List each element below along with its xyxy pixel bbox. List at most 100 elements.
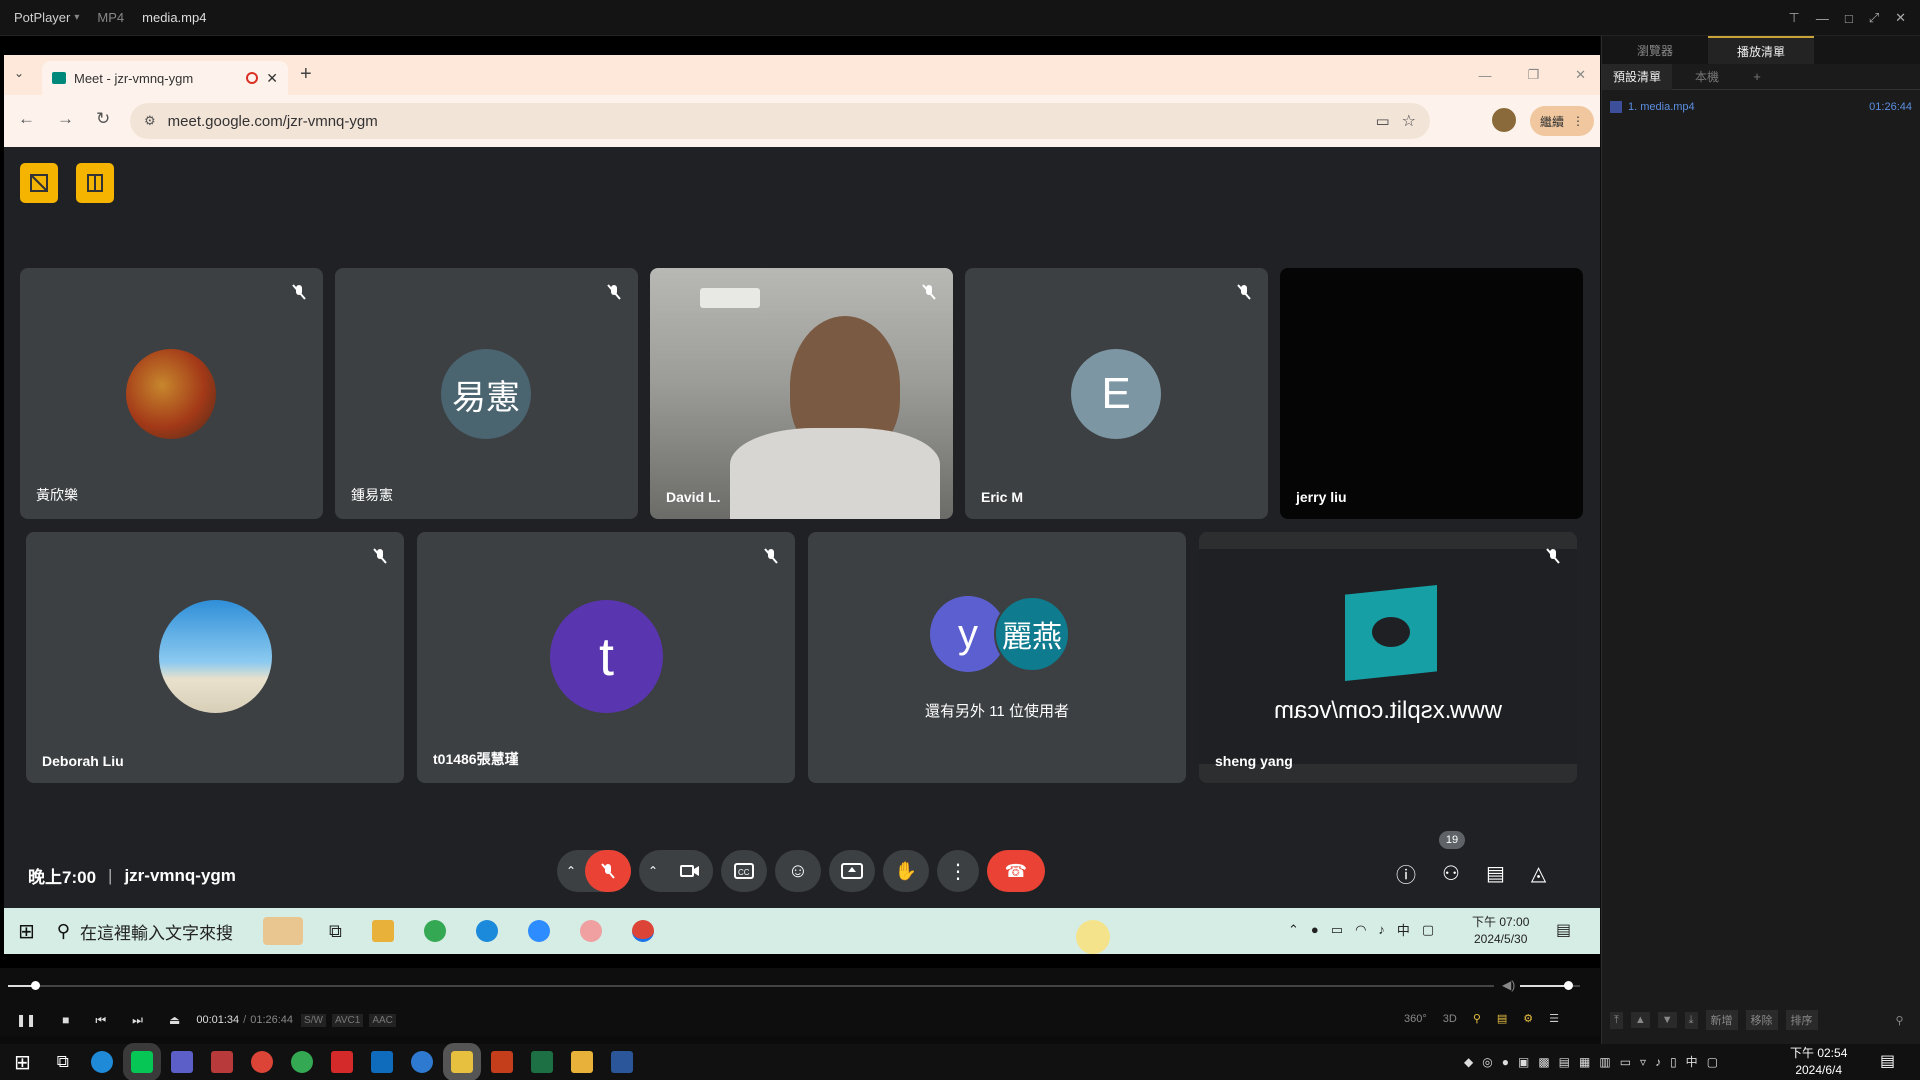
chevron-down-icon[interactable]: ▾: [74, 12, 79, 23]
move-top-icon[interactable]: ⤒: [1610, 1011, 1623, 1029]
chat-icon[interactable]: ▤: [1486, 861, 1505, 886]
ime-mode-icon[interactable]: ▢: [1422, 922, 1434, 938]
others-tile[interactable]: y 麗燕 還有另外 11 位使用者: [808, 532, 1186, 783]
playlist-item[interactable]: 1. media.mp4 01:26:44: [1610, 98, 1912, 116]
add-button[interactable]: 新增: [1705, 1010, 1738, 1030]
extension-button-2[interactable]: [76, 163, 114, 203]
potplayer-icon[interactable]: [442, 1043, 481, 1080]
video-codec-tag[interactable]: AVC1: [331, 1013, 364, 1027]
menu-icon[interactable]: ☰: [1549, 1012, 1559, 1025]
participant-tile[interactable]: 黃欣樂: [20, 268, 323, 519]
wifi-icon[interactable]: ◠: [1355, 922, 1366, 938]
decoder-tag[interactable]: S/W: [301, 1013, 326, 1027]
next-button[interactable]: ⏭: [132, 1013, 143, 1028]
seek-bar[interactable]: [8, 985, 1494, 987]
tray-outlook-icon[interactable]: ▤: [1559, 1055, 1570, 1069]
edge-icon[interactable]: [475, 920, 498, 942]
windows-start-icon[interactable]: ⊞: [18, 919, 35, 944]
eject-button[interactable]: ⏏: [169, 1013, 180, 1027]
pause-button[interactable]: ❚❚: [16, 1013, 36, 1027]
participant-tile[interactable]: t t01486張慧瑾: [417, 532, 795, 783]
reload-button[interactable]: ↻: [96, 109, 110, 129]
tray-app-icon[interactable]: ▩: [1538, 1055, 1549, 1069]
edge-icon[interactable]: [90, 1051, 113, 1073]
volume-icon[interactable]: ♪: [1655, 1055, 1661, 1069]
taskbar-search-input[interactable]: 在這裡輸入文字來搜: [80, 919, 233, 944]
bookmark-star-icon[interactable]: ☆: [1402, 111, 1416, 131]
app-menu[interactable]: PotPlayer: [14, 10, 70, 25]
excel-icon[interactable]: [530, 1051, 553, 1073]
emoji-button[interactable]: ☺: [775, 850, 821, 892]
chevron-up-icon[interactable]: ⌃: [557, 864, 585, 878]
task-view-icon[interactable]: ⧉: [329, 921, 342, 942]
chrome-icon[interactable]: [250, 1051, 273, 1073]
winrar-icon[interactable]: [210, 1051, 233, 1073]
browser-restore-button[interactable]: ❐: [1527, 67, 1539, 83]
ime-mode-icon[interactable]: ▢: [1707, 1055, 1718, 1069]
extension-button-1[interactable]: [20, 163, 58, 203]
battery-icon[interactable]: ▭: [1331, 922, 1343, 938]
outlook-icon[interactable]: [370, 1051, 393, 1073]
profile-avatar[interactable]: [1492, 108, 1516, 132]
back-button[interactable]: ←: [18, 109, 35, 129]
acrobat-icon[interactable]: [330, 1051, 353, 1073]
minimize-button[interactable]: —: [1816, 11, 1829, 26]
network-icon[interactable]: ▿: [1640, 1055, 1646, 1069]
powerpoint-icon[interactable]: [490, 1051, 513, 1073]
previous-button[interactable]: ⏮: [95, 1013, 106, 1028]
file-explorer-icon[interactable]: [570, 1051, 593, 1073]
battery-icon[interactable]: ▯: [1670, 1055, 1677, 1069]
tab-meet[interactable]: Meet - jzr-vmnq-ygm ✕: [42, 61, 288, 95]
tray-teams-icon[interactable]: ▣: [1518, 1055, 1529, 1069]
browser-close-button[interactable]: ✕: [1575, 67, 1586, 83]
participant-tile-video[interactable]: jerry liu: [1280, 268, 1583, 519]
close-button[interactable]: ✕: [1895, 10, 1906, 26]
volume-icon[interactable]: ◀): [1502, 978, 1515, 992]
site-info-icon[interactable]: ⚙: [144, 113, 156, 129]
vr360-button[interactable]: 360°: [1404, 1013, 1427, 1025]
tray-chrome-icon[interactable]: ●: [1502, 1055, 1509, 1069]
audio-codec-tag[interactable]: AAC: [369, 1013, 396, 1027]
notification-icon[interactable]: ▤: [1556, 920, 1571, 940]
tray-chevron-icon[interactable]: ⌃: [1288, 922, 1299, 938]
move-up-icon[interactable]: ▲: [1630, 1012, 1650, 1028]
3d-button[interactable]: 3D: [1443, 1013, 1457, 1025]
ime-indicator[interactable]: 中: [1686, 1053, 1698, 1070]
seek-handle[interactable]: [30, 981, 40, 990]
mic-icon[interactable]: ●: [1311, 922, 1319, 937]
teams-icon[interactable]: [170, 1051, 193, 1073]
file-explorer-icon[interactable]: [371, 920, 394, 942]
search-icon[interactable]: ⚲: [1896, 1014, 1904, 1027]
new-tab-button[interactable]: +: [300, 63, 312, 86]
line-icon[interactable]: [122, 1043, 161, 1080]
participant-tile[interactable]: Deborah Liu: [26, 532, 404, 783]
more-menu-icon[interactable]: ⋮: [1572, 114, 1584, 128]
tray-line-icon[interactable]: ▦: [1579, 1055, 1590, 1069]
snip-icon[interactable]: [410, 1051, 433, 1073]
captions-button[interactable]: CC: [721, 850, 767, 892]
people-icon[interactable]: ⚇: [1442, 861, 1460, 886]
chrome-alt-icon[interactable]: [290, 1051, 313, 1073]
chevron-up-icon[interactable]: ⌃: [639, 864, 667, 878]
camera-icon[interactable]: ▭: [1375, 112, 1389, 130]
participant-tile[interactable]: 易憲 鍾易憲: [335, 268, 638, 519]
subtab-default[interactable]: 預設清單: [1602, 63, 1672, 90]
sort-button[interactable]: 排序: [1785, 1010, 1818, 1030]
close-tab-icon[interactable]: ✕: [266, 70, 278, 87]
app-icon[interactable]: [579, 920, 602, 942]
volume-icon[interactable]: ♪: [1378, 922, 1385, 937]
tab-browser[interactable]: 瀏覽器: [1602, 42, 1708, 59]
participant-tile[interactable]: E Eric M: [965, 268, 1268, 519]
ime-indicator[interactable]: 中: [1397, 920, 1410, 939]
more-options-button[interactable]: ⋮: [937, 850, 979, 892]
subtab-local[interactable]: 本機: [1672, 68, 1742, 85]
task-view-icon[interactable]: ⧉: [57, 1052, 69, 1072]
volume-handle[interactable]: [1564, 981, 1573, 990]
resume-button[interactable]: 繼續 ⋮: [1530, 106, 1595, 136]
playlist-toggle-icon[interactable]: ▤: [1497, 1012, 1507, 1025]
display-icon[interactable]: ▭: [1620, 1055, 1631, 1069]
activities-icon[interactable]: ◬: [1531, 861, 1546, 886]
pin-icon[interactable]: ⊤: [1789, 10, 1800, 26]
stop-button[interactable]: ■: [62, 1013, 69, 1027]
participant-tile-video[interactable]: David L.: [650, 268, 953, 519]
